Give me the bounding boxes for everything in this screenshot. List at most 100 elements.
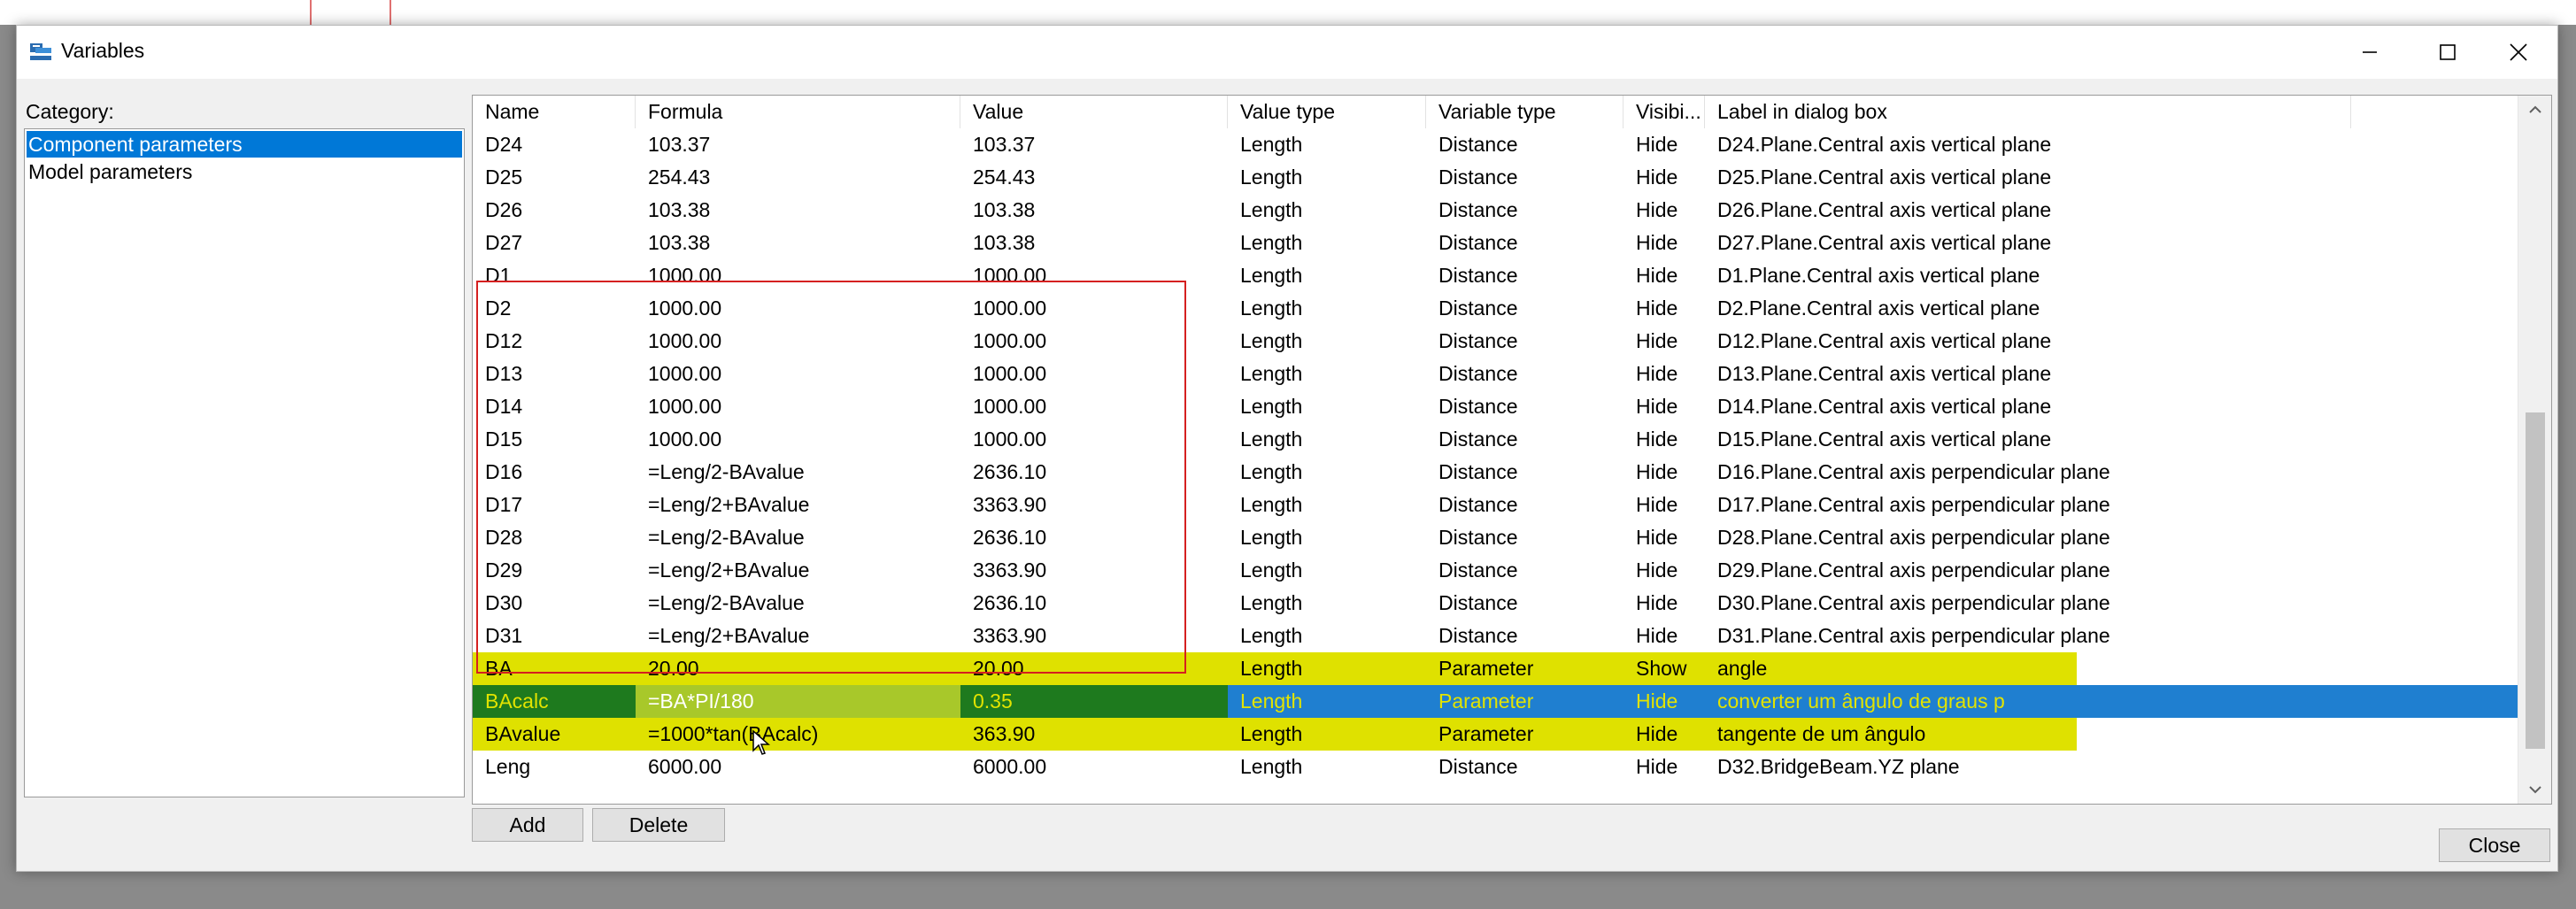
- cell-value[interactable]: 0.35: [960, 685, 1228, 718]
- scrollbar-thumb[interactable]: [2526, 412, 2545, 749]
- cell-label[interactable]: D1.Plane.Central axis vertical plane: [1705, 259, 2351, 292]
- cell-name[interactable]: D24: [473, 128, 636, 161]
- cell-visibility[interactable]: Hide: [1623, 489, 1705, 521]
- cell-value-type[interactable]: Length: [1228, 718, 1426, 751]
- cell-label[interactable]: D31.Plane.Central axis perpendicular pla…: [1705, 620, 2351, 652]
- cell-variable-type[interactable]: Distance: [1426, 620, 1623, 652]
- cell-visibility[interactable]: Hide: [1623, 554, 1705, 587]
- title-bar[interactable]: Variables: [17, 26, 2557, 79]
- cell-variable-type[interactable]: Distance: [1426, 161, 1623, 194]
- cell-label[interactable]: D32.BridgeBeam.YZ plane: [1705, 751, 2351, 783]
- minimize-button[interactable]: [2331, 26, 2409, 79]
- column-header-value[interactable]: Value: [960, 96, 1228, 128]
- cell-label[interactable]: D29.Plane.Central axis perpendicular pla…: [1705, 554, 2351, 587]
- cell-label[interactable]: D30.Plane.Central axis perpendicular pla…: [1705, 587, 2351, 620]
- cell-variable-type[interactable]: Distance: [1426, 423, 1623, 456]
- cell-variable-type[interactable]: Distance: [1426, 292, 1623, 325]
- add-button[interactable]: Add: [472, 808, 583, 842]
- cell-value-type[interactable]: Length: [1228, 521, 1426, 554]
- column-header-variable-type[interactable]: Variable type: [1426, 96, 1623, 128]
- cell-value-type[interactable]: Length: [1228, 751, 1426, 783]
- cell-value-type[interactable]: Length: [1228, 194, 1426, 227]
- cell-formula[interactable]: =BA*PI/180: [636, 685, 960, 718]
- cell-name[interactable]: D25: [473, 161, 636, 194]
- cell-label[interactable]: D16.Plane.Central axis perpendicular pla…: [1705, 456, 2351, 489]
- chevron-up-icon[interactable]: [2526, 103, 2544, 117]
- cell-variable-type[interactable]: Distance: [1426, 587, 1623, 620]
- cell-label[interactable]: D12.Plane.Central axis vertical plane: [1705, 325, 2351, 358]
- cell-name[interactable]: Leng: [473, 751, 636, 783]
- cell-label[interactable]: D17.Plane.Central axis perpendicular pla…: [1705, 489, 2351, 521]
- cell-value-type[interactable]: Length: [1228, 587, 1426, 620]
- cell-value-type[interactable]: Length: [1228, 325, 1426, 358]
- cell-value[interactable]: 103.37: [960, 128, 1228, 161]
- cell-visibility[interactable]: Hide: [1623, 685, 1705, 718]
- cell-visibility[interactable]: Show: [1623, 652, 1705, 685]
- column-header-label-in-dialog-box[interactable]: Label in dialog box: [1705, 96, 2351, 128]
- cell-variable-type[interactable]: Distance: [1426, 194, 1623, 227]
- cell-variable-type[interactable]: Distance: [1426, 259, 1623, 292]
- cell-variable-type[interactable]: Parameter: [1426, 652, 1623, 685]
- cell-label[interactable]: D27.Plane.Central axis vertical plane: [1705, 227, 2351, 259]
- cell-label[interactable]: tangente de um ângulo: [1705, 718, 2351, 751]
- cell-visibility[interactable]: Hide: [1623, 718, 1705, 751]
- cell-visibility[interactable]: Hide: [1623, 521, 1705, 554]
- cell-name[interactable]: BAvalue: [473, 718, 636, 751]
- cell-formula[interactable]: =1000*tan(BAcalc): [636, 718, 960, 751]
- table-row[interactable]: D26 103.38 103.38 Length Distance Hide D26.Pla…: [473, 194, 2518, 227]
- cell-label[interactable]: D14.Plane.Central axis vertical plane: [1705, 390, 2351, 423]
- chevron-down-icon[interactable]: [2526, 782, 2544, 797]
- cell-formula[interactable]: 6000.00: [636, 751, 960, 783]
- cell-value[interactable]: 6000.00: [960, 751, 1228, 783]
- cell-visibility[interactable]: Hide: [1623, 358, 1705, 390]
- cell-value-type[interactable]: Length: [1228, 161, 1426, 194]
- cell-variable-type[interactable]: Distance: [1426, 521, 1623, 554]
- cell-variable-type[interactable]: Distance: [1426, 227, 1623, 259]
- cell-variable-type[interactable]: Distance: [1426, 390, 1623, 423]
- cell-value-type[interactable]: Length: [1228, 227, 1426, 259]
- cell-visibility[interactable]: Hide: [1623, 128, 1705, 161]
- cell-value-type[interactable]: Length: [1228, 292, 1426, 325]
- cell-variable-type[interactable]: Distance: [1426, 358, 1623, 390]
- cell-value-type[interactable]: Length: [1228, 358, 1426, 390]
- close-button[interactable]: Close: [2439, 828, 2550, 862]
- cell-value-type[interactable]: Length: [1228, 554, 1426, 587]
- cell-label[interactable]: D25.Plane.Central axis vertical plane: [1705, 161, 2351, 194]
- cell-formula[interactable]: 254.43: [636, 161, 960, 194]
- cell-visibility[interactable]: Hide: [1623, 259, 1705, 292]
- table-row[interactable]: D25 254.43 254.43 Length Distance Hide D25.Pla…: [473, 161, 2518, 194]
- cell-label[interactable]: D13.Plane.Central axis vertical plane: [1705, 358, 2351, 390]
- cell-label[interactable]: D2.Plane.Central axis vertical plane: [1705, 292, 2351, 325]
- cell-formula[interactable]: 103.37: [636, 128, 960, 161]
- cell-visibility[interactable]: Hide: [1623, 227, 1705, 259]
- cell-value[interactable]: 103.38: [960, 194, 1228, 227]
- column-header-visibility[interactable]: Visibi...: [1623, 96, 1705, 128]
- cell-visibility[interactable]: Hide: [1623, 587, 1705, 620]
- cell-value-type[interactable]: Length: [1228, 685, 1426, 718]
- cell-name[interactable]: D27: [473, 227, 636, 259]
- cell-variable-type[interactable]: Parameter: [1426, 718, 1623, 751]
- cell-variable-type[interactable]: Distance: [1426, 456, 1623, 489]
- cell-visibility[interactable]: Hide: [1623, 161, 1705, 194]
- cell-value-type[interactable]: Length: [1228, 456, 1426, 489]
- table-row[interactable]: Leng 6000.00 6000.00 Length Distance Hide D32.…: [473, 751, 2518, 783]
- cell-visibility[interactable]: Hide: [1623, 194, 1705, 227]
- cell-name[interactable]: BAcalc: [473, 685, 636, 718]
- cell-variable-type[interactable]: Distance: [1426, 554, 1623, 587]
- cell-value-type[interactable]: Length: [1228, 390, 1426, 423]
- cell-label[interactable]: angle: [1705, 652, 2351, 685]
- cell-value-type[interactable]: Length: [1228, 652, 1426, 685]
- cell-label[interactable]: D15.Plane.Central axis vertical plane: [1705, 423, 2351, 456]
- cell-label[interactable]: D24.Plane.Central axis vertical plane: [1705, 128, 2351, 161]
- table-row[interactable]: BAcalc =BA*PI/180 0.35 Length Parameter Hide c…: [473, 685, 2518, 718]
- cell-label[interactable]: D26.Plane.Central axis vertical plane: [1705, 194, 2351, 227]
- category-item-component-parameters[interactable]: Component parameters: [27, 131, 462, 158]
- category-list[interactable]: Component parameters Model parameters: [24, 128, 465, 797]
- cell-variable-type[interactable]: Parameter: [1426, 685, 1623, 718]
- column-header-name[interactable]: Name: [473, 96, 636, 128]
- table-row[interactable]: D27 103.38 103.38 Length Distance Hide D27.Pla…: [473, 227, 2518, 259]
- cell-formula[interactable]: 103.38: [636, 227, 960, 259]
- cell-variable-type[interactable]: Distance: [1426, 128, 1623, 161]
- cell-visibility[interactable]: Hide: [1623, 423, 1705, 456]
- cell-formula[interactable]: 103.38: [636, 194, 960, 227]
